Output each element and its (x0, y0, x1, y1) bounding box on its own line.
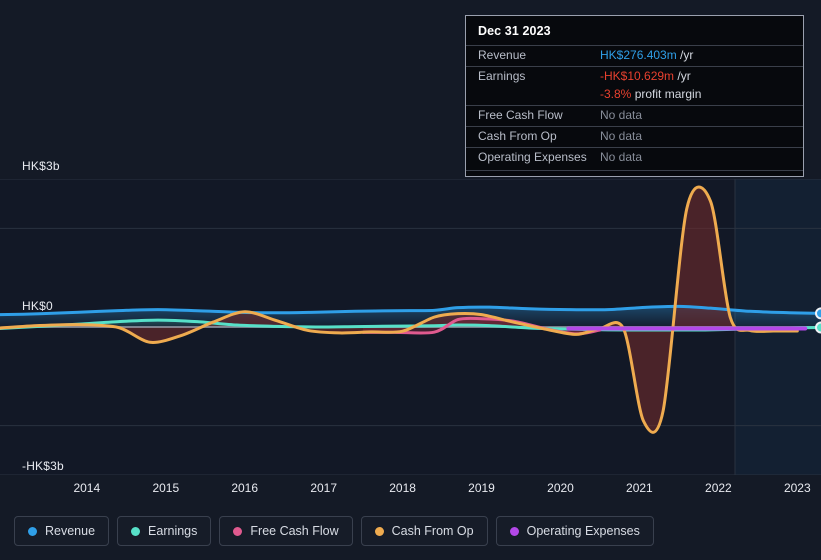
tooltip-row-value: HK$276.403m /yr (600, 48, 694, 62)
legend-item-label: Earnings (148, 524, 198, 538)
y-axis-label-zero: HK$0 (22, 299, 53, 313)
tooltip-row: Cash From Op No data (466, 126, 803, 147)
tooltip-row: Earnings -HK$10.629m /yr (466, 66, 803, 87)
x-axis-tick-2016: 2016 (231, 481, 259, 495)
data-tooltip: Dec 31 2023 Revenue HK$276.403m /yr Earnin… (465, 15, 804, 177)
tooltip-row-value: -3.8% profit margin (600, 87, 702, 101)
tooltip-row: -3.8% profit margin (466, 87, 803, 105)
legend-item-earnings[interactable]: Earnings (117, 516, 212, 546)
revenue-earnings-chart-panel: HK$3b HK$0 -HK$3b 2014 2015 2016 2017 2018 20… (0, 0, 821, 560)
tooltip-rows: Revenue HK$276.403m /yr Earnings -HK$10.629… (466, 45, 803, 168)
y-axis-label-min: -HK$3b (22, 459, 64, 473)
legend-color-dot (131, 526, 141, 536)
legend-item-free-cash-flow[interactable]: Free Cash Flow (219, 516, 353, 546)
tooltip-row-value: No data (600, 150, 643, 164)
x-axis-tick-2018: 2018 (389, 481, 416, 495)
chart-plot-area[interactable] (0, 179, 821, 475)
tooltip-row: Operating Expenses No data (466, 147, 803, 168)
legend-color-dot (509, 526, 519, 536)
x-axis-tick-2022: 2022 (705, 481, 732, 495)
x-axis-tick-2014: 2014 (73, 481, 101, 495)
endpoint-marker-revenue[interactable] (815, 307, 821, 320)
tooltip-row-label: Earnings (478, 69, 526, 83)
legend-color-dot (233, 526, 243, 536)
x-axis-tick-2021: 2021 (626, 481, 653, 495)
x-axis-tick-2020: 2020 (547, 481, 574, 495)
legend-item-label: Cash From Op (391, 524, 474, 538)
x-axis: 2014 2015 2016 2017 2018 2019 2020 2021 2022 2023 (0, 481, 821, 503)
legend-item-label: Operating Expenses (526, 524, 640, 538)
tooltip-row: Free Cash Flow No data (466, 105, 803, 126)
tooltip-row: Revenue HK$276.403m /yr (466, 45, 803, 66)
tooltip-row-label: Free Cash Flow (478, 108, 563, 122)
tooltip-row-label: Revenue (478, 48, 527, 62)
y-axis-label-max: HK$3b (22, 159, 60, 173)
legend-item-label: Revenue (45, 524, 96, 538)
tooltip-row-value: No data (600, 129, 643, 143)
tooltip-date: Dec 31 2023 (478, 24, 551, 38)
tooltip-row-label: Operating Expenses (478, 150, 587, 164)
chart-legend: Revenue Earnings Free Cash Flow Cash From O… (14, 516, 654, 546)
legend-item-operating-expenses[interactable]: Operating Expenses (495, 516, 654, 546)
tooltip-row-value: No data (600, 108, 643, 122)
x-axis-tick-2015: 2015 (152, 481, 180, 495)
x-axis-tick-2017: 2017 (310, 481, 338, 495)
chart-svg (0, 179, 821, 475)
tooltip-row-label: Cash From Op (478, 129, 557, 143)
x-axis-tick-2019: 2019 (468, 481, 495, 495)
tooltip-footer-rule (466, 170, 803, 171)
tooltip-row-value: -HK$10.629m /yr (600, 69, 691, 83)
legend-item-label: Free Cash Flow (250, 524, 339, 538)
legend-item-revenue[interactable]: Revenue (14, 516, 110, 546)
legend-item-cash-from-op[interactable]: Cash From Op (360, 516, 488, 546)
legend-color-dot (374, 526, 384, 536)
legend-color-dot (28, 526, 37, 536)
x-axis-tick-2023: 2023 (783, 481, 811, 495)
endpoint-marker-earnings[interactable] (815, 321, 821, 334)
